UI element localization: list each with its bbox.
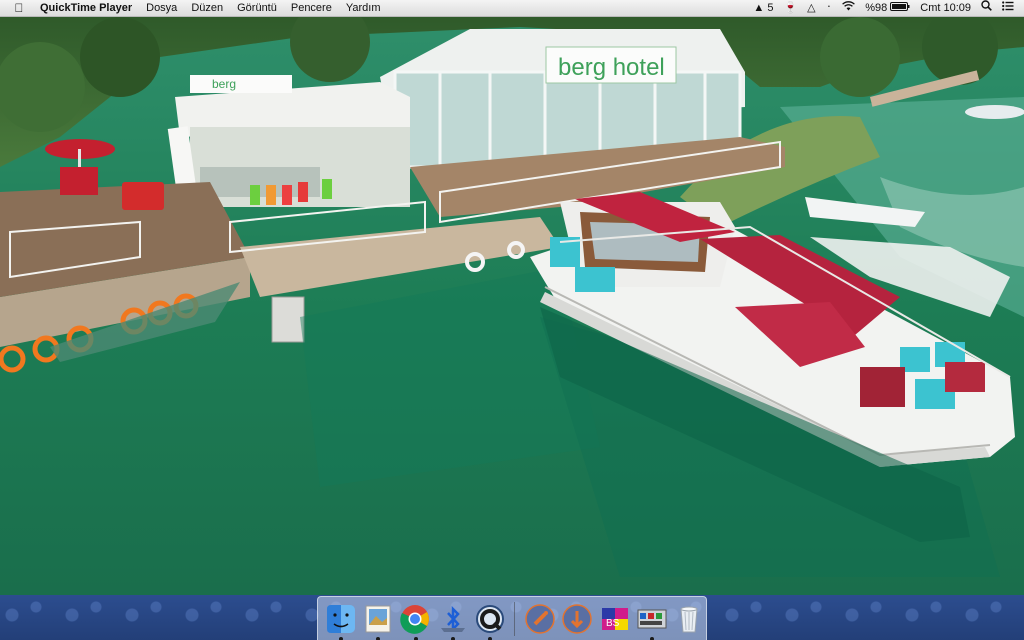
adobe-icon: ▲ (753, 2, 765, 14)
ladder (271, 296, 305, 343)
desktop-bottom: BS (0, 595, 1024, 640)
svg-text:BS: BS (606, 618, 620, 629)
menu-dosya[interactable]: Dosya (146, 2, 177, 14)
video-frame: berg hotel berg (0, 17, 1024, 595)
finder-icon[interactable] (324, 602, 357, 640)
drive-icon[interactable]: △ (807, 0, 815, 16)
list-icon[interactable] (1002, 0, 1014, 16)
battery-icon (890, 2, 910, 14)
menu-duzen[interactable]: Düzen (191, 2, 223, 14)
colorful-app-icon[interactable]: BS (598, 602, 631, 636)
search-icon[interactable] (981, 0, 992, 16)
trash-icon[interactable] (673, 602, 706, 636)
preview-icon[interactable] (361, 602, 394, 640)
wifi-icon[interactable] (842, 0, 856, 16)
app-menu[interactable]: QuickTime Player (40, 2, 132, 14)
rocket-app-icon[interactable] (523, 602, 556, 636)
hotel-sign: berg hotel (558, 54, 665, 81)
pavilion-sign: berg (212, 77, 236, 91)
battery-status[interactable]: %98 (865, 2, 910, 14)
menu-pencere[interactable]: Pencere (291, 2, 332, 14)
clock[interactable]: Cmt 10:09 (920, 2, 971, 14)
dock-separator (514, 601, 516, 636)
battery-percent: %98 (865, 2, 888, 14)
system-app-icon[interactable] (635, 602, 668, 640)
chrome-icon[interactable] (399, 602, 432, 640)
adobe-status[interactable]: ▲ 5 (753, 0, 773, 16)
bluetooth-file-exchange-icon[interactable] (436, 602, 469, 640)
download-app-icon[interactable] (561, 602, 594, 636)
menu-yardim[interactable]: Yardım (346, 2, 381, 14)
wine-glass-icon[interactable]: 🍷 (783, 0, 797, 16)
adobe-badge: 5 (767, 2, 774, 14)
bluetooth-icon[interactable]: ᛫ (826, 0, 833, 16)
menu-goruntu[interactable]: Görüntü (237, 2, 277, 14)
menu-bar:  QuickTime Player Dosya Düzen Görüntü P… (0, 0, 1024, 17)
dock: BS (317, 596, 707, 640)
apple-icon[interactable]:  (12, 0, 26, 16)
quicktime-icon[interactable] (473, 602, 506, 640)
